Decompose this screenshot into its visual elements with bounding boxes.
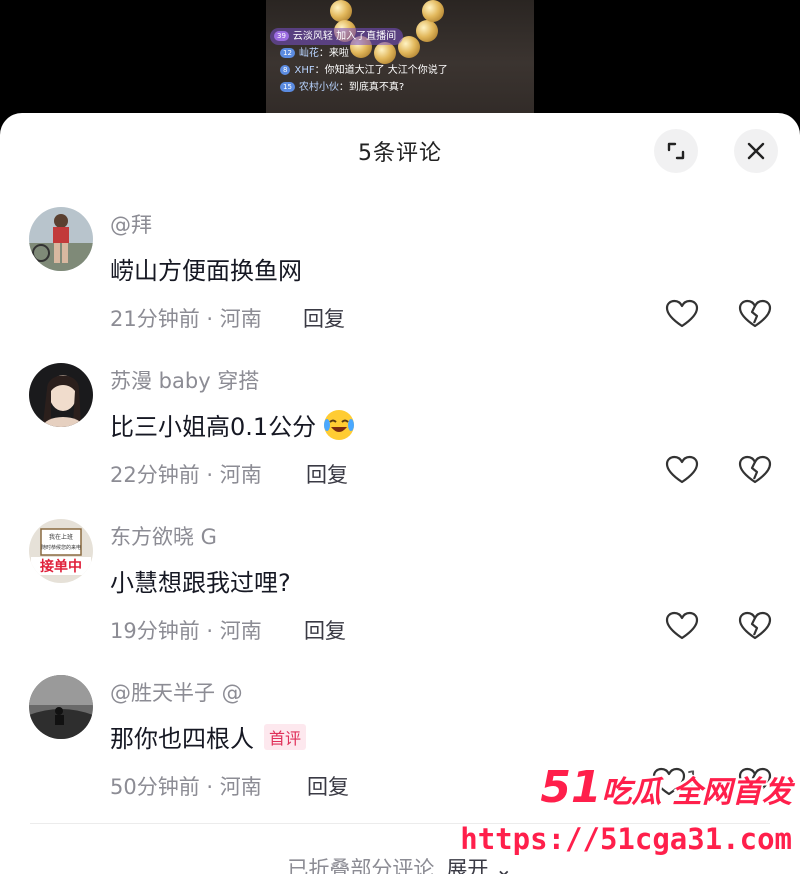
comment-author[interactable]: 苏漫 baby 穿搭 bbox=[110, 365, 259, 395]
chat-user: XHF bbox=[294, 65, 315, 76]
laughing-crying-emoji-icon bbox=[324, 409, 355, 440]
comment-author[interactable]: @胜天半子 @ bbox=[110, 677, 243, 707]
folded-text: 已折叠部分评论 bbox=[287, 857, 435, 874]
chat-message: 15 农村小伙：到底真不真? bbox=[270, 79, 532, 96]
watermark: 51吃瓜 全网首发 https://51cga31.com bbox=[460, 760, 800, 874]
reply-button[interactable]: 回复 bbox=[307, 771, 349, 801]
watermark-url: https://51cga31.com bbox=[460, 822, 792, 856]
level-badge: 12 bbox=[280, 48, 295, 58]
chat-message: 8 XHF：你知道大江了 大江个你说了 bbox=[270, 62, 532, 79]
comment-text: 比三小姐高0.1公分 bbox=[110, 407, 356, 442]
chat-user: 屾花 bbox=[298, 48, 319, 59]
avatar-sign-text: 我在上班 bbox=[49, 533, 73, 541]
comment-meta: 21分钟前 · 河南 bbox=[110, 307, 262, 331]
broken-heart-icon[interactable] bbox=[738, 299, 772, 329]
comment-text-body: 比三小姐高0.1公分 bbox=[110, 413, 317, 441]
comment-item: 我在上班 随时恭候您的来电 接单中 东方欲晓 G 小慧想跟我过哩? 19分钟前 … bbox=[0, 519, 800, 669]
close-icon bbox=[747, 142, 765, 160]
comment-text: 崂山方便面换鱼网 bbox=[110, 257, 302, 285]
comment-location: 河南 bbox=[219, 307, 262, 331]
watermark-number: 51 bbox=[540, 762, 602, 813]
comment-meta: 22分钟前 · 河南 bbox=[110, 463, 262, 487]
join-notice: 39 云淡风轻 加入了直播间 bbox=[270, 28, 404, 45]
comment-item: @拜 崂山方便面换鱼网 21分钟前 · 河南 回复 bbox=[0, 207, 800, 357]
broken-heart-icon[interactable] bbox=[738, 455, 772, 485]
expand-icon bbox=[667, 142, 685, 160]
comment-location: 河南 bbox=[219, 619, 262, 643]
watermark-text: 吃瓜 全网首发 bbox=[601, 775, 792, 810]
avatar-sign-text: 随时恭候您的来电 bbox=[41, 544, 81, 551]
avatar-badge-text: 接单中 bbox=[40, 558, 82, 575]
expand-button[interactable] bbox=[654, 129, 698, 173]
comment-author[interactable]: 东方欲晓 G bbox=[110, 521, 217, 551]
comment-meta: 19分钟前 · 河南 bbox=[110, 619, 262, 643]
comment-time: 21分钟前 bbox=[110, 307, 200, 331]
join-user: 云淡风轻 bbox=[292, 31, 333, 42]
reply-button[interactable]: 回复 bbox=[304, 615, 346, 645]
broken-heart-icon[interactable] bbox=[738, 611, 772, 641]
avatar[interactable] bbox=[29, 207, 93, 271]
avatar[interactable]: 我在上班 随时恭候您的来电 接单中 bbox=[29, 519, 93, 583]
level-badge: 8 bbox=[280, 65, 291, 75]
comment-time: 22分钟前 bbox=[110, 463, 200, 487]
comment-location: 河南 bbox=[219, 775, 262, 799]
chat-text: 来啦 bbox=[328, 48, 349, 59]
chat-text: 你知道大江了 大江个你说了 bbox=[324, 65, 448, 76]
heart-icon[interactable] bbox=[665, 611, 699, 641]
avatar[interactable] bbox=[29, 363, 93, 427]
reply-button[interactable]: 回复 bbox=[306, 459, 348, 489]
close-button[interactable] bbox=[734, 129, 778, 173]
watermark-brand: 51吃瓜 全网首发 bbox=[540, 762, 792, 813]
comment-item: 苏漫 baby 穿搭 比三小姐高0.1公分 22分钟前 · 河南 回复 bbox=[0, 363, 800, 513]
join-text: 加入了直播间 bbox=[336, 31, 397, 42]
comment-text-body: 那你也四根人 bbox=[110, 725, 254, 753]
comment-text: 那你也四根人 首评 bbox=[110, 719, 307, 754]
comment-text: 小慧想跟我过哩? bbox=[110, 569, 291, 597]
live-chat: 39 云淡风轻 加入了直播间 12 屾花：来啦 8 XHF：你知道大江了 大江个你说了… bbox=[270, 28, 532, 96]
level-badge: 15 bbox=[280, 82, 295, 92]
chat-user: 农村小伙 bbox=[298, 82, 339, 93]
reply-button[interactable]: 回复 bbox=[303, 303, 345, 333]
first-comment-badge: 首评 bbox=[264, 723, 307, 750]
heart-icon[interactable] bbox=[665, 455, 699, 485]
level-badge: 39 bbox=[274, 31, 289, 41]
comment-location: 河南 bbox=[219, 463, 262, 487]
comment-time: 19分钟前 bbox=[110, 619, 200, 643]
avatar[interactable] bbox=[29, 675, 93, 739]
expand-label: 展开 bbox=[446, 857, 489, 874]
chat-message: 12 屾花：来啦 bbox=[270, 45, 532, 62]
comment-meta: 50分钟前 · 河南 bbox=[110, 775, 262, 799]
comment-author[interactable]: @拜 bbox=[110, 209, 152, 239]
comment-time: 50分钟前 bbox=[110, 775, 200, 799]
heart-icon[interactable] bbox=[665, 299, 699, 329]
chat-text: 到底真不真? bbox=[348, 82, 405, 93]
